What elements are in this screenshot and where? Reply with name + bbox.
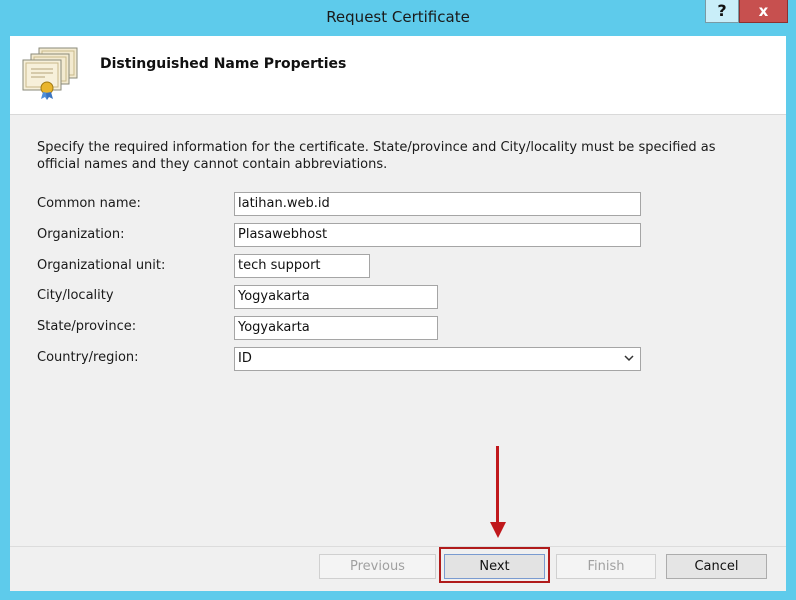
organization-label: Organization: <box>37 227 125 242</box>
instructions-text: Specify the required information for the… <box>37 140 716 172</box>
country-select[interactable]: ID <box>234 347 641 371</box>
common-name-input[interactable]: latihan.web.id <box>234 192 641 216</box>
window-title: Request Certificate <box>326 8 470 26</box>
country-select-value: ID <box>238 351 252 366</box>
next-button[interactable]: Next <box>444 554 545 579</box>
city-input[interactable]: Yogyakarta <box>234 285 438 309</box>
org-unit-input[interactable]: tech support <box>234 254 370 278</box>
form-panel: Specify the required information for the… <box>10 115 786 546</box>
help-button[interactable]: ? <box>705 0 739 23</box>
annotation-arrow <box>496 446 499 526</box>
title-bar[interactable]: Request Certificate ? x <box>0 0 796 36</box>
state-label: State/province: <box>37 319 137 334</box>
organization-input[interactable]: Plasawebhost <box>234 223 641 247</box>
cancel-button[interactable]: Cancel <box>666 554 767 579</box>
previous-button[interactable]: Previous <box>319 554 436 579</box>
wizard-header: Distinguished Name Properties <box>10 36 786 115</box>
certificate-icon <box>19 44 81 100</box>
close-button[interactable]: x <box>739 0 788 23</box>
common-name-label: Common name: <box>37 196 141 211</box>
org-unit-label: Organizational unit: <box>37 258 166 273</box>
wizard-footer: Previous Next Finish Cancel <box>10 546 786 591</box>
city-label: City/locality <box>37 288 114 303</box>
country-label: Country/region: <box>37 350 139 365</box>
finish-button[interactable]: Finish <box>556 554 656 579</box>
chevron-down-icon <box>624 355 634 362</box>
state-input[interactable]: Yogyakarta <box>234 316 438 340</box>
request-certificate-window: Request Certificate ? x Distinguished Na… <box>0 0 796 600</box>
annotation-arrow-head <box>490 522 506 538</box>
page-title: Distinguished Name Properties <box>100 56 347 72</box>
